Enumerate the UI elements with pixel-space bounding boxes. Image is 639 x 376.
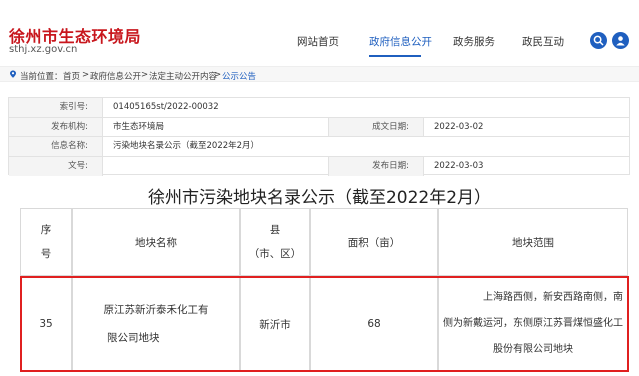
breadcrumb-item-statutory[interactable]: 法定主动公开内容 — [149, 70, 217, 82]
header-county-bottom: （市、区） — [248, 248, 302, 260]
nav-item-interaction[interactable]: 政民互动 — [522, 34, 564, 49]
table-header-scope: 地块范围 — [438, 208, 628, 276]
header-seq-bottom: 号 — [40, 248, 52, 260]
search-icon[interactable] — [590, 32, 607, 49]
breadcrumb-prefix: 当前位置： — [20, 72, 63, 82]
location-pin-icon — [10, 70, 16, 78]
meta-row: 信息名称: 污染地块名录公示（截至2022年2月） — [9, 137, 629, 157]
nav-item-services[interactable]: 政务服务 — [453, 34, 495, 49]
document-title: 徐州市污染地块名录公示（截至2022年2月） — [147, 188, 492, 208]
header-county-top: 县 — [269, 224, 281, 236]
meta-label-info-name: 信息名称: — [9, 137, 103, 156]
meta-label-index: 索引号: — [9, 98, 103, 117]
meta-row: 文号: 发布日期: 2022-03-03 — [9, 156, 629, 176]
meta-label-publisher: 发布机构: — [9, 117, 103, 136]
table-header-seq: 序 号 — [20, 208, 72, 276]
breadcrumb-separator: > — [82, 70, 90, 80]
breadcrumb-item-notices[interactable]: 公示公告 — [222, 70, 256, 82]
meta-label-doc-no: 文号: — [9, 156, 103, 176]
table-header-area: 面积（亩） — [310, 208, 438, 276]
nav-item-home[interactable]: 网站首页 — [297, 34, 339, 49]
meta-row: 索引号: 01405165st/2022-00032 — [9, 98, 629, 118]
breadcrumb-item-home[interactable]: 首页 — [63, 70, 80, 82]
header-seq-top: 序 — [40, 224, 52, 236]
site-header: 徐州市生态环境局 sthj.xz.gov.cn 网站首页 政府信息公开 政务服务… — [0, 0, 639, 62]
user-icon[interactable] — [612, 32, 629, 49]
breadcrumb-separator: > — [141, 70, 149, 80]
meta-value-index: 01405165st/2022-00032 — [113, 102, 219, 112]
breadcrumb-separator: > — [214, 70, 222, 80]
meta-value-info-name: 污染地块名录公示（截至2022年2月） — [113, 141, 260, 151]
table-header-name: 地块名称 — [72, 208, 240, 276]
table-header-county: 县 （市、区） — [240, 208, 310, 276]
nav-active-indicator — [369, 55, 421, 57]
meta-label-date-created: 成文日期: — [328, 117, 424, 136]
document-meta-table: 索引号: 01405165st/2022-00032 发布机构: 市生态环境局 … — [8, 97, 630, 176]
meta-row: 发布机构: 市生态环境局 成文日期: 2022-03-02 — [9, 117, 629, 137]
highlight-box — [20, 276, 629, 372]
meta-value-publisher: 市生态环境局 — [113, 121, 165, 132]
meta-value-date-published: 2022-03-03 — [434, 160, 484, 171]
breadcrumb-item-gov-info[interactable]: 政府信息公开 — [90, 70, 141, 82]
meta-value-date-created: 2022-03-02 — [434, 121, 484, 132]
main-nav: 网站首页 政府信息公开 政务服务 政民互动 — [0, 34, 639, 50]
nav-item-gov-info[interactable]: 政府信息公开 — [369, 34, 432, 49]
meta-label-date-published: 发布日期: — [328, 156, 424, 176]
